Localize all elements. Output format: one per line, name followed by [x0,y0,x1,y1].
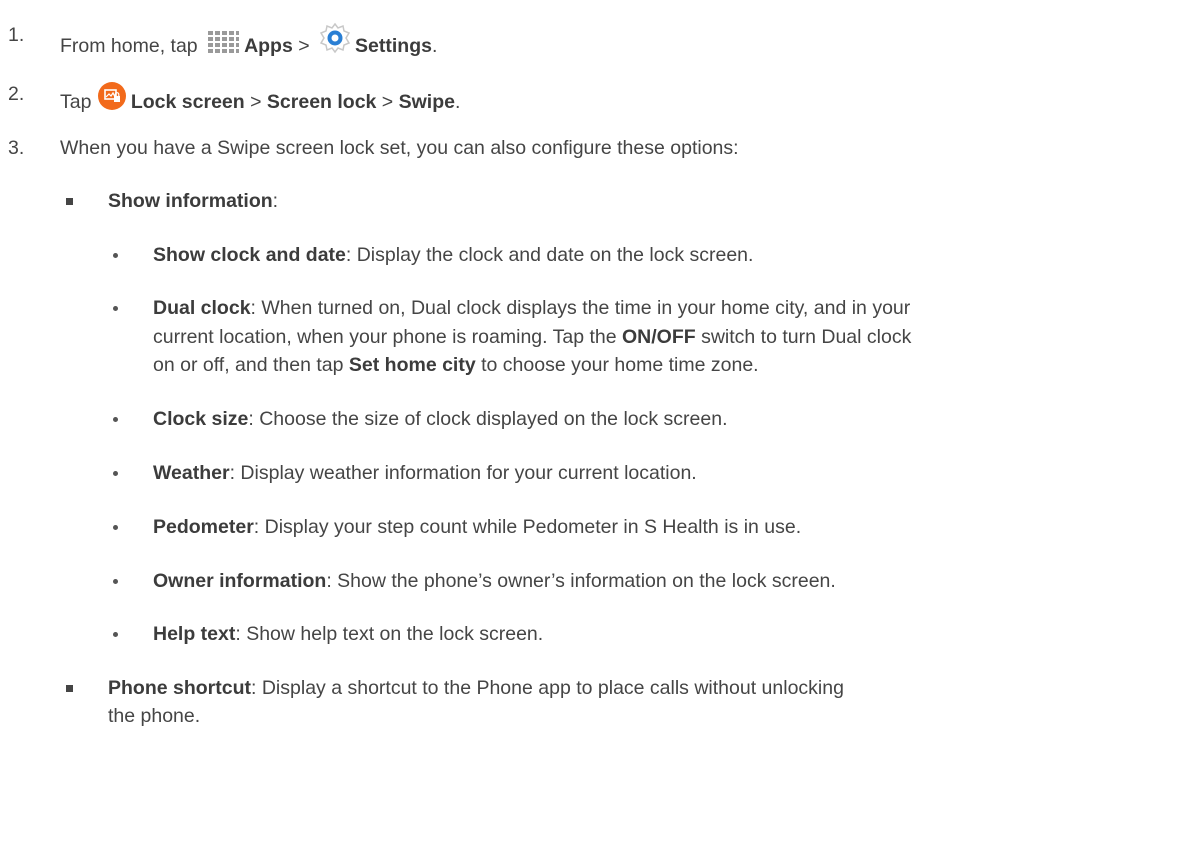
sub-item-desc-line-2c: switch to turn Dual clock [695,326,912,348]
step-text: Tap Lock screen > Screen lock > Swipe. [60,81,460,118]
sub-item-text: Help text: Show help text on the lock sc… [153,621,543,647]
dot-bullet-icon [113,632,118,637]
sub-item-text: on or off, and then tap Set home city to… [153,352,759,378]
sub-item-desc: : Choose the size of clock displayed on … [248,408,728,430]
dot-bullet-icon [113,417,118,422]
settings-label: Settings [355,35,432,57]
phone-shortcut-label: Phone shortcut [108,677,252,699]
sub-item-text: Clock size: Choose the size of clock dis… [153,406,727,432]
sub-item-text: Weather: Display weather information for… [153,460,697,486]
square-bullet-icon [66,685,73,692]
phone-shortcut-text: Phone shortcut: Display a shortcut to th… [108,675,844,701]
sub-item-label: Clock size [153,408,249,430]
step-number: 2. [8,83,25,105]
sub-item-label: Show clock and date [153,244,346,266]
show-information-label: Show information [108,190,273,212]
dot-bullet-icon [113,306,118,311]
step-number: 3. [8,137,25,159]
sub-item-label: Owner information [153,570,327,592]
step-2-text-a: Tap [60,91,97,113]
lock-screen-label: Lock screen [130,91,245,113]
sub-item-label: Help text [153,623,236,645]
sub-item-desc: : Display weather information for your c… [229,462,697,484]
sub-item-desc: : Display your step count while Pedomete… [253,516,802,538]
dot-bullet-icon [113,471,118,476]
sub-item-desc: : Show the phone’s owner’s information o… [326,570,836,592]
step-number: 1. [8,24,25,46]
step-1-separator: > [292,35,316,57]
on-off-label: ON/OFF [622,326,696,348]
step-2-period: . [454,91,461,113]
dot-bullet-icon [113,525,118,530]
show-information-suffix: : [272,190,279,212]
apps-label: Apps [244,35,293,57]
sub-item-desc-line-1: : When turned on, Dual clock displays th… [250,297,911,319]
sub-item-text: Pedometer: Display your step count while… [153,514,801,540]
dot-bullet-icon [113,579,118,584]
screen-lock-label: Screen lock [266,91,377,113]
sub-item-desc-line-3a: on or off, and then tap [153,354,349,376]
sub-item-desc: : Display the clock and date on the lock… [345,244,754,266]
sub-item-desc: : Show help text on the lock screen. [235,623,544,645]
swipe-label: Swipe [398,91,455,113]
sub-item-text: current location, when your phone is roa… [153,324,911,350]
step-1-text-a: From home, tap [60,35,204,57]
step-text: When you have a Swipe screen lock set, y… [60,137,739,159]
dot-bullet-icon [113,253,118,258]
square-bullet-icon [66,198,73,205]
sub-item-desc-line-2a: current location, when your phone is roa… [153,326,622,348]
step-2-separator-2: > [376,91,399,113]
lock-screen-icon [97,81,127,118]
phone-shortcut-desc-line-1: : Display a shortcut to the Phone app to… [251,677,844,699]
sub-item-text: Owner information: Show the phone’s owne… [153,568,836,594]
sub-item-label: Pedometer [153,516,254,538]
sub-item-label: Dual clock [153,297,251,319]
show-information-text: Show information: [108,188,278,214]
step-2-separator-1: > [244,91,267,113]
apps-grid-icon [207,30,240,63]
sub-item-desc-line-3c: to choose your home time zone. [475,354,759,376]
settings-gear-icon [319,22,351,61]
phone-shortcut-desc-line-2: the phone. [108,705,201,727]
sub-item-text: Dual clock: When turned on, Dual clock d… [153,295,910,321]
step-text: From home, tap Apps > Settings. [60,22,437,63]
sub-item-label: Weather [153,462,230,484]
set-home-city-label: Set home city [348,354,476,376]
sub-item-text: Show clock and date: Display the clock a… [153,242,753,268]
step-1-period: . [431,35,438,57]
